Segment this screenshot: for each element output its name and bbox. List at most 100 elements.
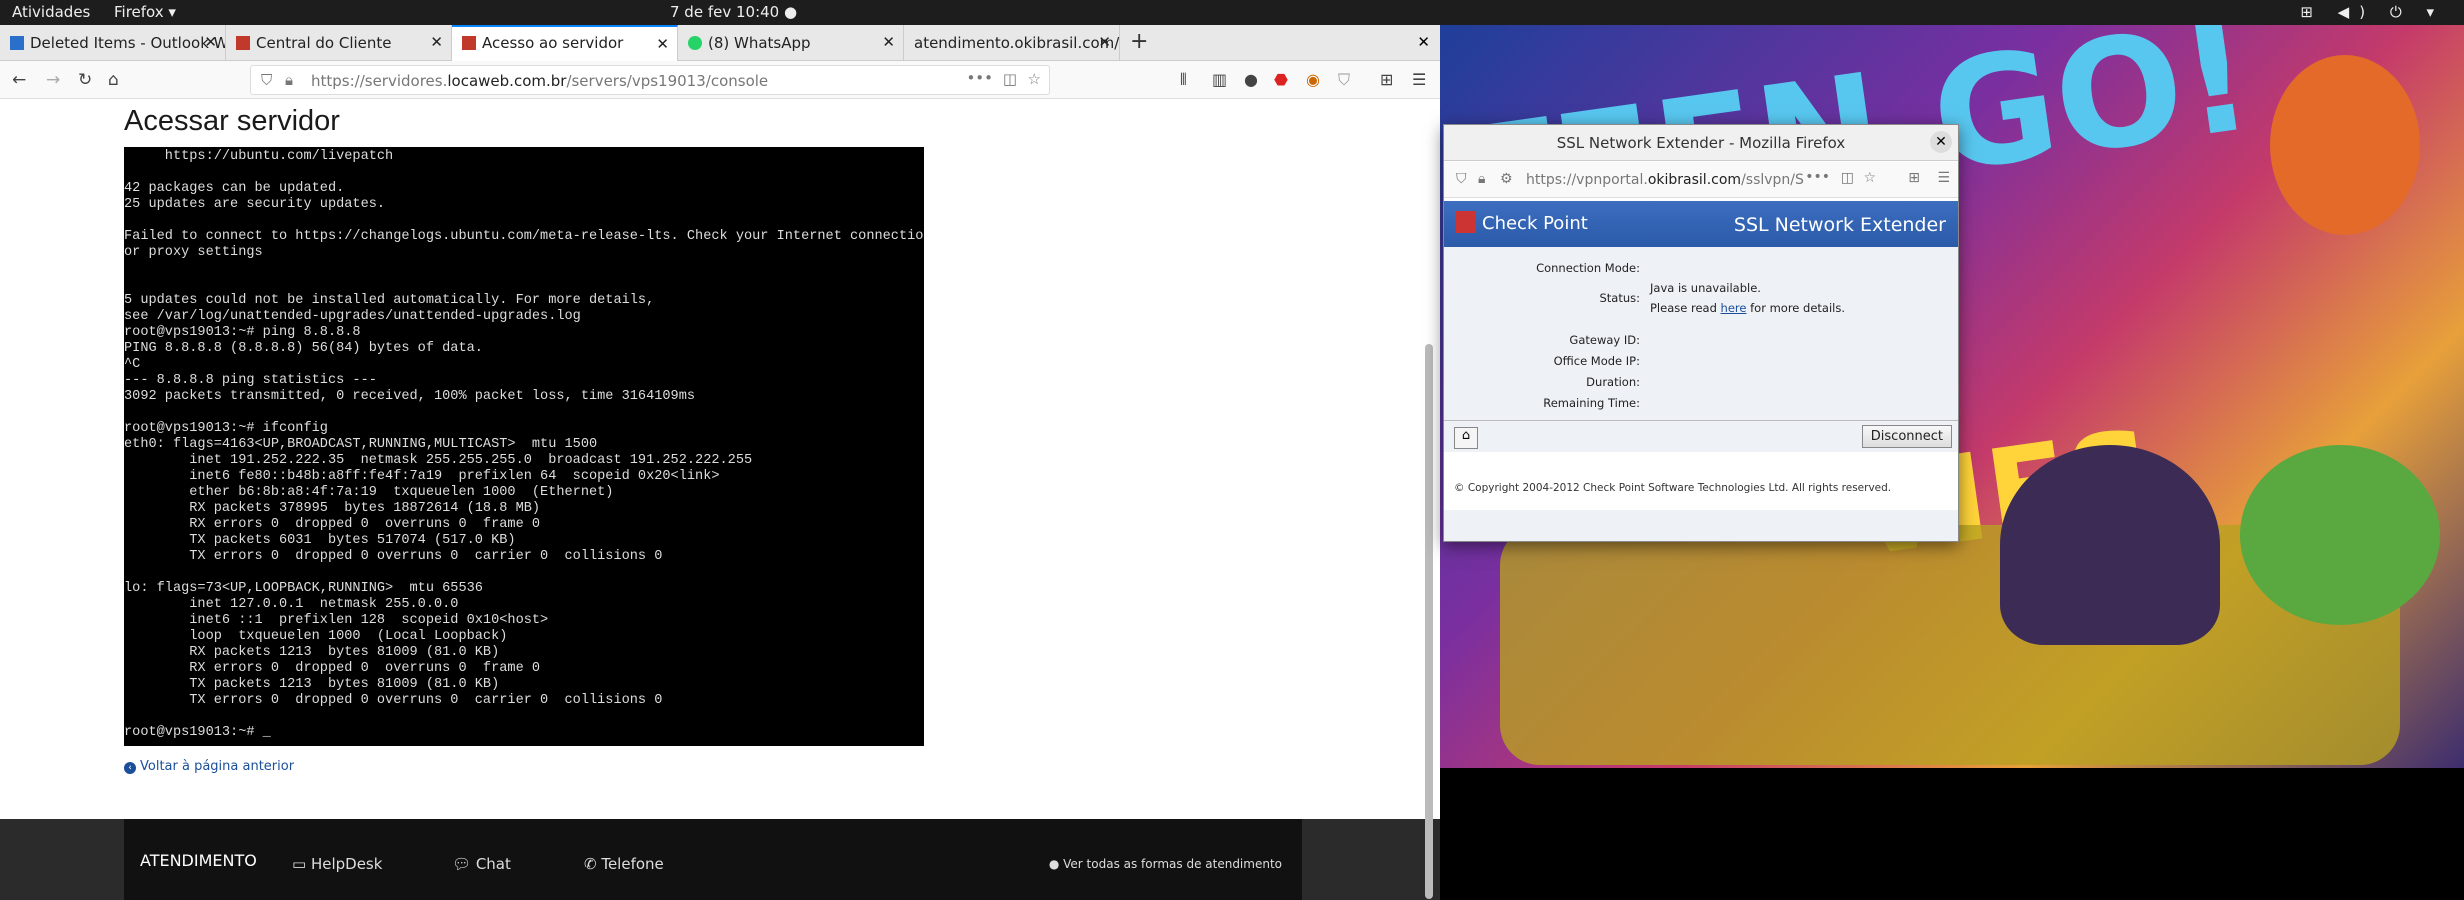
window-close-icon[interactable]: ✕	[1417, 33, 1430, 51]
telefone-label: Telefone	[601, 855, 664, 873]
support-bar: ATENDIMENTO ▭ HelpDesk 💬︎ Chat ✆ Telefon…	[124, 819, 1302, 900]
chat-icon: 💬︎	[452, 855, 476, 873]
status-help-pre: Please read	[1650, 301, 1721, 315]
url-prefix: https://vpnportal.	[1526, 172, 1648, 188]
shield-icon[interactable]: ⛉	[1456, 171, 1467, 187]
home-icon[interactable]: ⌂	[108, 70, 119, 90]
close-icon[interactable]: ✕	[656, 35, 669, 53]
permissions-icon[interactable]: ⚙	[1500, 171, 1513, 187]
app-menu[interactable]: Firefox ▾	[114, 3, 176, 21]
popup-action-bar: ⌂ Disconnect	[1444, 420, 1958, 452]
system-top-bar: Atividades Firefox ▾ 7 de fev 10:40 ● ⊞ …	[0, 0, 2464, 25]
reload-icon[interactable]: ↻	[78, 70, 92, 90]
close-icon[interactable]: ✕	[430, 33, 443, 51]
extension-icon[interactable]: ◉	[1306, 70, 1320, 89]
all-support-link[interactable]: ● Ver todas as formas de atendimento	[1049, 857, 1282, 871]
arrow-left-icon: ‹	[124, 762, 136, 774]
tab-label: Acesso ao servidor	[482, 34, 624, 52]
close-icon[interactable]: ✕	[1098, 33, 1111, 51]
forward-icon[interactable]: →	[46, 70, 60, 90]
url-prefix: https://servidores.	[311, 72, 448, 90]
menu-icon[interactable]: ☰	[1412, 70, 1426, 89]
tab-atendimento[interactable]: atendimento.okibrasil.com/c ✕	[904, 25, 1120, 61]
page-content: Acessar servidor https://ubuntu.com/live…	[0, 99, 1440, 900]
page-actions-icon[interactable]: •••	[1805, 169, 1830, 185]
shield-icon[interactable]: ⛉	[261, 71, 272, 89]
activities-button[interactable]: Atividades	[12, 3, 90, 21]
chat-link[interactable]: 💬︎ Chat	[452, 855, 511, 873]
disconnect-button[interactable]: Disconnect	[1861, 425, 1952, 448]
lock-icon[interactable]: 🔒︎	[285, 71, 293, 89]
extension-shield-icon[interactable]: ⛉	[1338, 70, 1350, 90]
clock[interactable]: 7 de fev 10:40 ●	[670, 3, 797, 21]
home-icon[interactable]: ⌂	[1454, 427, 1478, 449]
close-icon[interactable]: ✕	[204, 33, 217, 51]
url-bar[interactable]: ⛉ 🔒︎ https://servidores.locaweb.com.br/s…	[250, 65, 1050, 95]
logo-text: Check Point	[1482, 213, 1588, 234]
all-support-label: Ver todas as formas de atendimento	[1063, 857, 1282, 871]
terminal-console[interactable]: https://ubuntu.com/livepatch 42 packages…	[124, 147, 924, 746]
back-link[interactable]: ‹ Voltar à página anterior	[124, 759, 294, 774]
ssl-extender-window: SSL Network Extender - Mozilla Firefox ✕…	[1443, 124, 1959, 542]
checkpoint-logo: Check Point	[1456, 211, 1588, 234]
office-mode-ip-label: Office Mode IP:	[1553, 354, 1640, 368]
url-path: /sslvpn/SN	[1741, 172, 1815, 188]
character-starfire	[2270, 55, 2420, 235]
connection-info-panel: Connection Mode: Status: Java is unavail…	[1444, 247, 1958, 437]
close-icon[interactable]: ✕	[882, 33, 895, 51]
gateway-id-label: Gateway ID:	[1569, 333, 1640, 347]
page-actions-icon[interactable]: •••	[966, 69, 993, 87]
tab-label: atendimento.okibrasil.com/c	[914, 34, 1120, 52]
lock-icon[interactable]: 🔒︎	[1478, 171, 1485, 187]
bookmark-star-icon[interactable]: ☆	[1863, 170, 1876, 186]
tab-acesso-servidor[interactable]: Acesso ao servidor ✕	[452, 25, 678, 61]
helpdesk-link[interactable]: ▭ HelpDesk	[292, 855, 382, 873]
tab-outlook[interactable]: Deleted Items - Outlook We ✕	[0, 25, 226, 61]
tab-whatsapp[interactable]: (8) WhatsApp ✕	[678, 25, 904, 61]
gift-icon[interactable]: ⊞	[1380, 70, 1393, 89]
gift-icon[interactable]: ⊞	[1908, 170, 1920, 186]
close-icon[interactable]: ✕	[1930, 131, 1952, 153]
tab-label: Central do Cliente	[256, 34, 392, 52]
menu-icon[interactable]: ☰	[1937, 170, 1950, 186]
tab-bar: Deleted Items - Outlook We ✕ Central do …	[0, 25, 1440, 61]
phone-icon: ✆	[584, 855, 602, 873]
duration-label: Duration:	[1586, 375, 1640, 389]
firefox-window: Deleted Items - Outlook We ✕ Central do …	[0, 25, 1440, 900]
support-footer: ATENDIMENTO ▭ HelpDesk 💬︎ Chat ✆ Telefon…	[0, 819, 1440, 900]
url-path: /servers/vps19013/console	[566, 72, 769, 90]
remaining-time-label: Remaining Time:	[1543, 396, 1640, 410]
tab-central-cliente[interactable]: Central do Cliente ✕	[226, 25, 452, 61]
telefone-link[interactable]: ✆ Telefone	[584, 855, 664, 873]
copyright-text: © Copyright 2004-2012 Check Point Softwa…	[1454, 482, 1892, 494]
chat-label: Chat	[475, 855, 511, 873]
monitor-icon: ▭	[292, 855, 311, 873]
page-title: Acessar servidor	[124, 105, 340, 137]
popup-url-bar[interactable]: ⛉ 🔒︎ ⚙ https://vpnportal.okibrasil.com/s…	[1444, 162, 1958, 198]
checkpoint-logo-icon	[1456, 211, 1476, 233]
tab-label: (8) WhatsApp	[708, 34, 811, 52]
account-icon[interactable]: ●	[1244, 70, 1258, 89]
locaweb-favicon-icon	[236, 36, 250, 50]
helpdesk-label: HelpDesk	[310, 855, 383, 873]
library-icon[interactable]: ⫴	[1180, 70, 1187, 90]
outlook-favicon-icon	[10, 36, 24, 50]
locaweb-favicon-icon	[462, 36, 476, 50]
sidebar-icon[interactable]: ▥	[1212, 70, 1227, 89]
system-menu[interactable]: ⊞ ◀) ⏻ ▾	[2300, 3, 2444, 21]
adblock-icon[interactable]: ⬣	[1274, 70, 1288, 89]
header-title: SSL Network Extender	[1733, 214, 1946, 236]
url-domain: locaweb.com.br	[447, 72, 567, 90]
popup-bottom-strip	[1444, 510, 1958, 541]
status-value: Java is unavailable.	[1650, 281, 1761, 295]
tab-label: Deleted Items - Outlook We	[30, 34, 226, 52]
pocket-icon[interactable]: ◫	[1003, 70, 1017, 88]
help-link[interactable]: here	[1721, 301, 1747, 315]
status-help-post: for more details.	[1746, 301, 1845, 315]
url-domain: okibrasil.com	[1647, 172, 1742, 188]
scrollbar[interactable]	[1425, 344, 1433, 899]
bookmark-star-icon[interactable]: ☆	[1028, 70, 1041, 88]
new-tab-icon[interactable]: +	[1130, 29, 1148, 54]
back-icon[interactable]: ←	[12, 70, 26, 90]
pocket-icon[interactable]: ◫	[1841, 170, 1854, 186]
